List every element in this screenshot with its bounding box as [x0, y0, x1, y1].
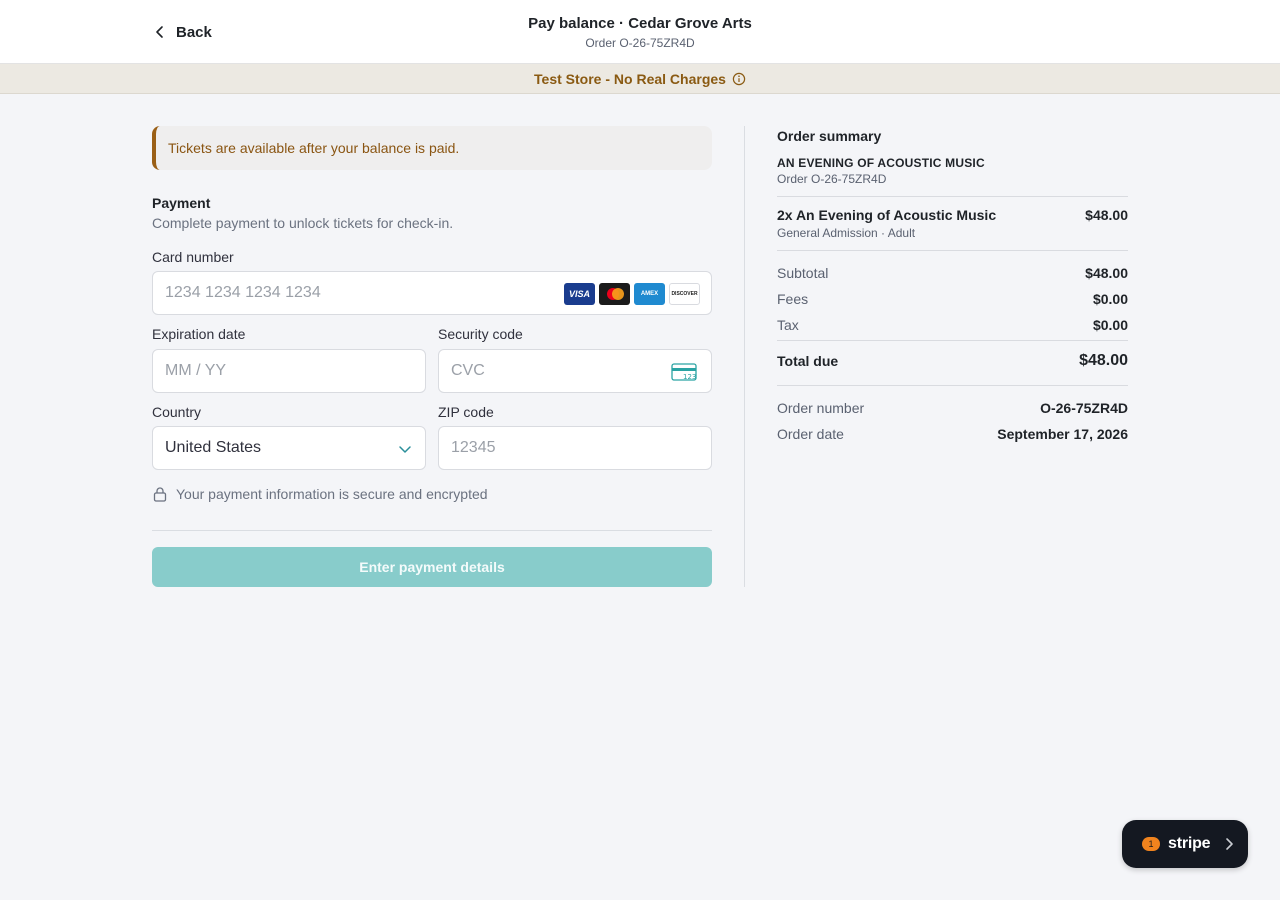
stripe-badge-button[interactable]: 1 stripe [1122, 820, 1248, 868]
order-date-value: September 17, 2026 [997, 426, 1128, 442]
security-code-input[interactable]: CVC 123 [438, 349, 712, 393]
visa-icon: VISA [564, 283, 595, 305]
stripe-count-badge: 1 [1142, 837, 1160, 851]
zip-input[interactable]: 12345 [438, 426, 712, 470]
payment-divider [152, 530, 712, 531]
column-divider [744, 126, 745, 587]
chevron-down-icon [399, 446, 411, 453]
cvc-card-icon: 123 [671, 363, 697, 381]
fees-label: Fees [777, 291, 809, 307]
subtotal-label: Subtotal [777, 265, 829, 281]
order-date-row: Order date September 17, 2026 [777, 421, 1128, 447]
enter-payment-details-button[interactable]: Enter payment details [152, 547, 712, 587]
expiration-placeholder: MM / YY [165, 362, 227, 379]
line-item-name: 2x An Evening of Acoustic Music [777, 207, 997, 223]
tax-label: Tax [777, 317, 799, 333]
total-row: Total due $48.00 [777, 341, 1128, 381]
card-number-placeholder: 1234 1234 1234 1234 [165, 284, 321, 301]
svg-text:123: 123 [683, 373, 696, 381]
event-name: AN EVENING OF ACOUSTIC MUSIC [777, 156, 985, 170]
test-store-banner: Test Store - No Real Charges [0, 64, 1280, 94]
total-value: $48.00 [1079, 352, 1128, 369]
summary-divider [777, 250, 1128, 251]
stripe-logo: stripe [1168, 835, 1211, 852]
order-summary: Order summary AN EVENING OF ACOUSTIC MUS… [777, 127, 1128, 447]
summary-divider [777, 196, 1128, 197]
discover-icon: DISCOVER [669, 283, 700, 305]
back-label: Back [176, 23, 212, 41]
country-selected-value: United States [165, 439, 262, 456]
card-number-label: Card number [152, 249, 234, 265]
line-item: 2x An Evening of Acoustic Music General … [777, 206, 1128, 241]
balance-notice: Tickets are available after your balance… [152, 126, 712, 170]
fees-value: $0.00 [1092, 291, 1128, 307]
order-date-label: Order date [777, 426, 844, 442]
security-code-label: Security code [438, 326, 523, 342]
zip-placeholder: 12345 [451, 439, 496, 456]
back-button[interactable]: Back [152, 20, 212, 44]
country-select[interactable]: United States [152, 426, 426, 470]
notice-text: Tickets are available after your balance… [168, 140, 460, 156]
security-code-placeholder: CVC [451, 362, 485, 379]
summary-divider [777, 385, 1128, 386]
tax-row: Tax $0.00 [777, 312, 1128, 338]
amex-icon: AMEX [634, 283, 665, 305]
tax-value: $0.00 [1092, 317, 1128, 333]
order-number-value: O-26-75ZR4D [1040, 400, 1128, 416]
secure-note: Your payment information is secure and e… [152, 486, 488, 502]
subtotal-value: $48.00 [1085, 265, 1128, 281]
info-icon[interactable] [732, 72, 746, 86]
card-number-input[interactable]: 1234 1234 1234 1234 VISA AMEX DISCOVER [152, 271, 712, 315]
total-label: Total due [777, 353, 839, 369]
page-subtitle: Order O-26-75ZR4D [585, 36, 695, 50]
subtotal-row: Subtotal $48.00 [777, 260, 1128, 286]
order-number-row: Order number O-26-75ZR4D [777, 395, 1128, 421]
expiration-label: Expiration date [152, 326, 246, 342]
chevron-right-icon [1226, 838, 1234, 850]
expiration-input[interactable]: MM / YY [152, 349, 426, 393]
order-number-label: Order number [777, 400, 865, 416]
chevron-left-icon [156, 26, 163, 38]
payment-title: Payment [152, 195, 211, 211]
payment-subtitle: Complete payment to unlock tickets for c… [152, 215, 454, 231]
order-reference: Order O-26-75ZR4D [777, 172, 887, 186]
fees-row: Fees $0.00 [777, 286, 1128, 312]
header-title-block: Pay balance · Cedar Grove Arts Order O-2… [340, 14, 940, 51]
card-brand-logos: VISA AMEX DISCOVER [564, 283, 700, 305]
mastercard-icon [599, 283, 630, 305]
zip-label: ZIP code [438, 404, 494, 420]
line-item-price: $48.00 [1085, 207, 1128, 223]
country-label: Country [152, 404, 202, 420]
top-header: Back Pay balance · Cedar Grove Arts Orde… [0, 0, 1280, 64]
lock-icon [153, 487, 167, 502]
secure-note-text: Your payment information is secure and e… [176, 486, 488, 502]
test-store-text: Test Store - No Real Charges [534, 70, 726, 87]
line-item-desc: General Admission · Adult [777, 226, 916, 240]
page-title: Pay balance · Cedar Grove Arts [528, 15, 752, 32]
order-summary-title: Order summary [777, 128, 882, 144]
